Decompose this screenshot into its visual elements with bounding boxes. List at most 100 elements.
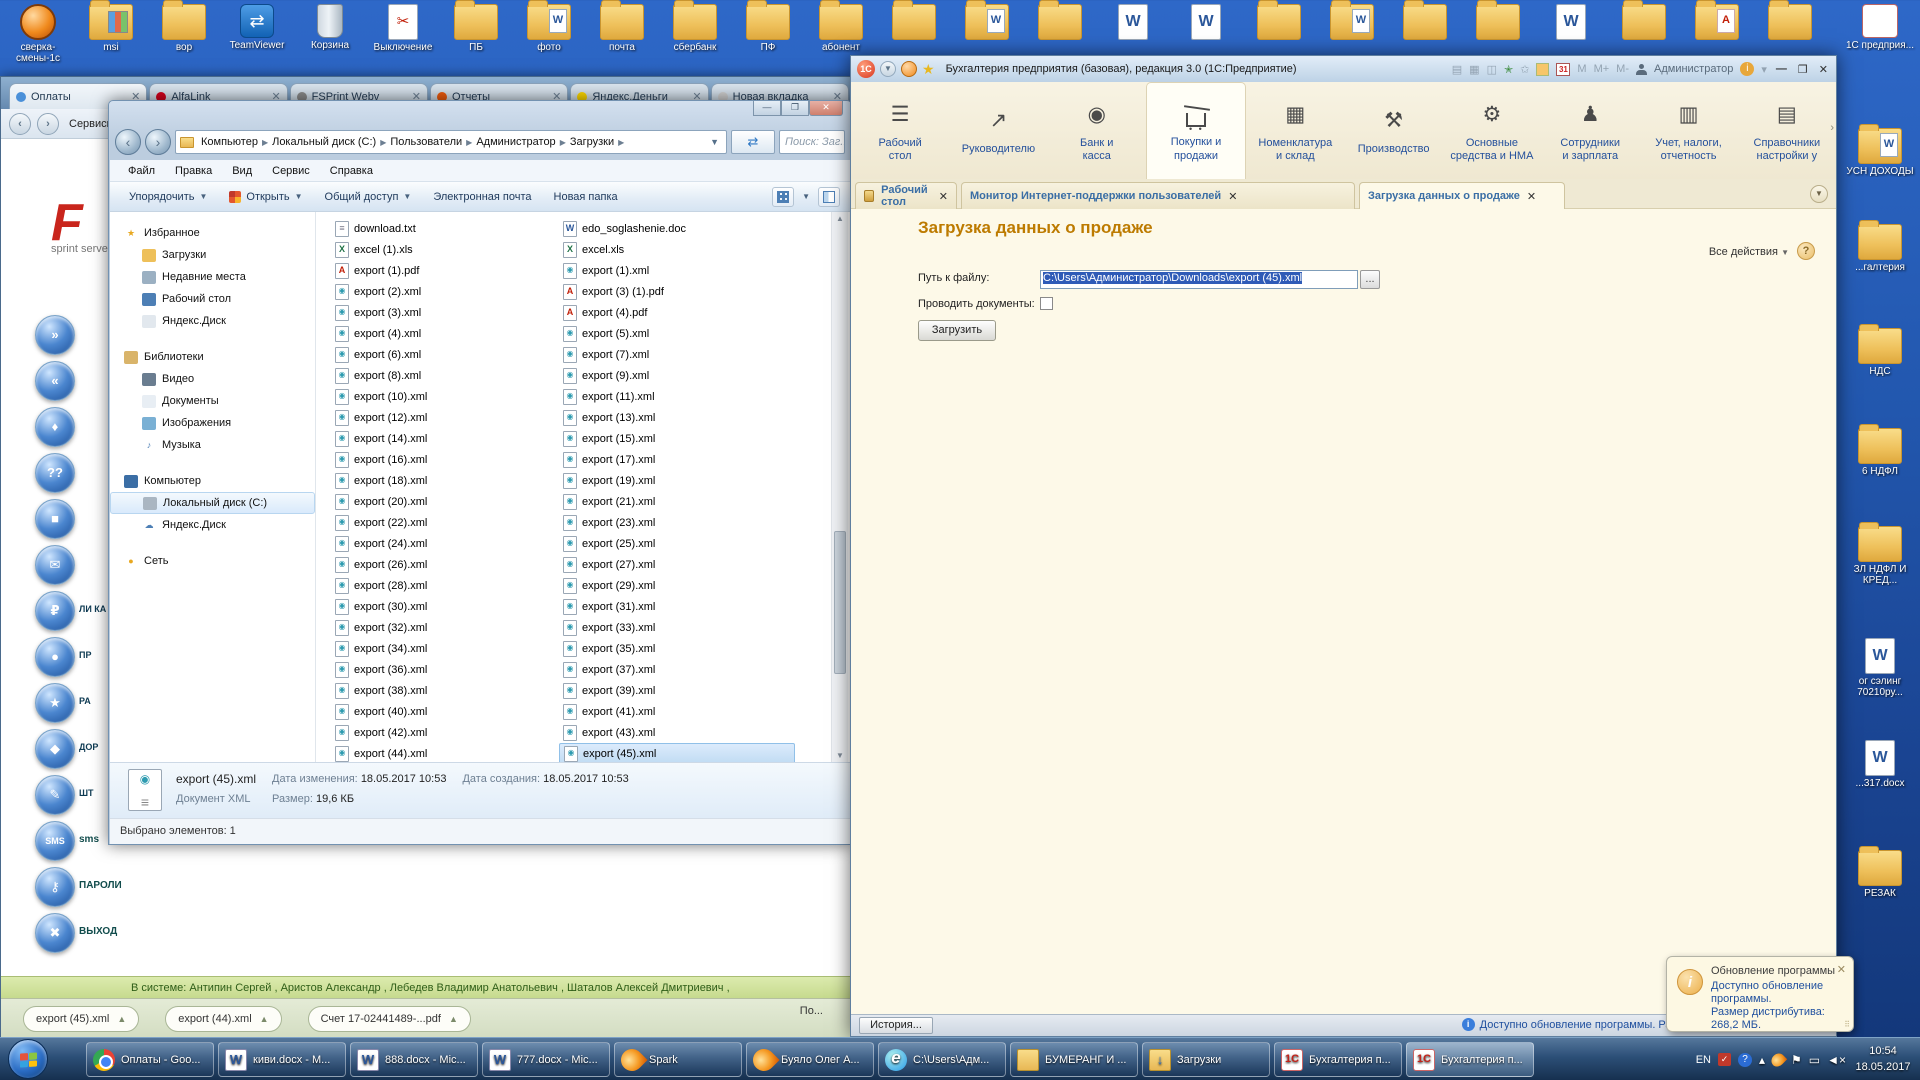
- file-row[interactable]: export (13).xml: [559, 407, 795, 428]
- side-button-icon[interactable]: ●: [35, 637, 75, 677]
- spark-tray-icon[interactable]: [1769, 1050, 1787, 1068]
- browser-side-button[interactable]: ✎ШТ: [35, 775, 75, 815]
- sidebar-item[interactable]: ☁Яндекс.Диск: [110, 514, 315, 536]
- taskbar-button[interactable]: Оплаты - Goo...: [86, 1042, 214, 1077]
- download-item[interactable]: export (45).xml▲: [23, 1006, 139, 1032]
- memory-plus-button[interactable]: M+: [1594, 63, 1610, 75]
- taskbar-button[interactable]: Бухгалтерия п...: [1406, 1042, 1534, 1077]
- file-row[interactable]: export (33).xml: [559, 617, 795, 638]
- browse-button[interactable]: ...: [1360, 270, 1380, 289]
- file-row[interactable]: export (6).xml: [331, 344, 543, 365]
- 1c-tab[interactable]: Рабочий стол✕: [855, 182, 957, 209]
- desktop-icon[interactable]: ПБ: [444, 4, 508, 64]
- sidebar-item[interactable]: Видео: [110, 368, 315, 390]
- popup-close-icon[interactable]: ✕: [1837, 963, 1846, 976]
- desktop-icon[interactable]: НДС: [1844, 328, 1916, 377]
- browser-side-button[interactable]: ★РА: [35, 683, 75, 723]
- sidebar-group-header[interactable]: ●Сеть: [110, 550, 315, 572]
- file-row[interactable]: export (1).pdf: [331, 260, 543, 281]
- file-row[interactable]: export (17).xml: [559, 449, 795, 470]
- sidebar-item[interactable]: ♪Музыка: [110, 434, 315, 456]
- file-row[interactable]: export (38).xml: [331, 680, 543, 701]
- scroll-up-arrow[interactable]: ▲: [832, 214, 848, 223]
- file-row[interactable]: export (26).xml: [331, 554, 543, 575]
- show-hidden-icons-arrow[interactable]: ▴: [1759, 1053, 1765, 1067]
- star-add-icon[interactable]: ✭: [1504, 63, 1513, 76]
- side-button-icon[interactable]: «: [35, 361, 75, 401]
- ribbon-section-bank[interactable]: ◉Банк и касса: [1048, 82, 1146, 179]
- file-row[interactable]: export (39).xml: [559, 680, 795, 701]
- download-item-chevron-icon[interactable]: ▲: [117, 1014, 126, 1024]
- browser-side-button[interactable]: ₽ЛИ КА: [35, 591, 75, 631]
- file-row[interactable]: export (23).xml: [559, 512, 795, 533]
- file-row[interactable]: export (29).xml: [559, 575, 795, 596]
- address-field[interactable]: Компьютер▶Локальный диск (C:)▶Пользовате…: [175, 130, 727, 154]
- file-row[interactable]: export (43).xml: [559, 722, 795, 743]
- sidebar-item[interactable]: Рабочий стол: [110, 288, 315, 310]
- side-button-icon[interactable]: ✖: [35, 913, 75, 953]
- all-actions-button[interactable]: Все действия ▼: [1709, 246, 1789, 258]
- browser-side-button[interactable]: ✖ВЫХОД: [35, 913, 75, 953]
- file-row[interactable]: export (35).xml: [559, 638, 795, 659]
- 1c-tab[interactable]: Монитор Интернет-поддержки пользователей…: [961, 182, 1355, 209]
- taskbar-button[interactable]: Spark: [614, 1042, 742, 1077]
- file-row[interactable]: export (28).xml: [331, 575, 543, 596]
- side-button-icon[interactable]: ₽: [35, 591, 75, 631]
- calendar-icon[interactable]: 31: [1556, 63, 1570, 76]
- desktop-icon[interactable]: РЕЗАК: [1844, 850, 1916, 899]
- sidebar-item[interactable]: Изображения: [110, 412, 315, 434]
- file-row[interactable]: export (15).xml: [559, 428, 795, 449]
- file-row[interactable]: export (7).xml: [559, 344, 795, 365]
- desktop-icon[interactable]: ог сэлинг 70210ру...: [1844, 638, 1916, 698]
- antivirus-tray-icon[interactable]: ✓: [1718, 1053, 1731, 1066]
- sidebar-item[interactable]: Недавние места: [110, 266, 315, 288]
- toolbar-button[interactable]: Общий доступ▼: [316, 188, 421, 206]
- file-row[interactable]: export (34).xml: [331, 638, 543, 659]
- file-row[interactable]: export (1).xml: [559, 260, 795, 281]
- browser-side-button[interactable]: ●ПР: [35, 637, 75, 677]
- taskbar-button[interactable]: C:\Users\Адм...: [878, 1042, 1006, 1077]
- volume-tray-icon[interactable]: ◄×: [1827, 1053, 1846, 1067]
- sidebar-group-header[interactable]: Компьютер: [110, 470, 315, 492]
- minimize-button[interactable]: —: [753, 101, 781, 116]
- file-row[interactable]: edo_soglashenie.doc: [559, 218, 795, 239]
- file-row[interactable]: export (14).xml: [331, 428, 543, 449]
- file-row[interactable]: export (44).xml: [331, 743, 543, 762]
- file-row[interactable]: export (19).xml: [559, 470, 795, 491]
- sidebar-item[interactable]: Локальный диск (C:): [110, 492, 315, 514]
- browser-side-button[interactable]: ??: [35, 453, 75, 493]
- file-row[interactable]: export (5).xml: [559, 323, 795, 344]
- calculator-icon[interactable]: [1536, 63, 1549, 76]
- file-row[interactable]: export (24).xml: [331, 533, 543, 554]
- forward-button[interactable]: ›: [145, 129, 171, 155]
- download-item[interactable]: export (44).xml▲: [165, 1006, 281, 1032]
- preview-pane-button[interactable]: [818, 187, 840, 207]
- 1c-close-button[interactable]: ✕: [1817, 63, 1830, 76]
- menu-item[interactable]: Правка: [165, 165, 222, 177]
- ribbon-section-warehouse[interactable]: ▦Номенклатура и склад: [1246, 82, 1344, 179]
- file-row[interactable]: export (36).xml: [331, 659, 543, 680]
- toolbar-button[interactable]: Упорядочить▼: [120, 188, 216, 206]
- file-row[interactable]: export (25).xml: [559, 533, 795, 554]
- favorites-star-icon[interactable]: ★: [922, 61, 935, 78]
- side-button-icon[interactable]: SMS: [35, 821, 75, 861]
- file-row[interactable]: excel.xls: [559, 239, 795, 260]
- language-indicator[interactable]: EN: [1696, 1054, 1711, 1066]
- sidebar-item[interactable]: Документы: [110, 390, 315, 412]
- file-row[interactable]: export (22).xml: [331, 512, 543, 533]
- toolbar-button[interactable]: Новая папка: [545, 188, 627, 206]
- file-row[interactable]: export (3) (1).pdf: [559, 281, 795, 302]
- desktop-icon[interactable]: почта: [590, 4, 654, 64]
- file-row[interactable]: export (4).pdf: [559, 302, 795, 323]
- file-row[interactable]: export (32).xml: [331, 617, 543, 638]
- file-row[interactable]: export (21).xml: [559, 491, 795, 512]
- star-icon[interactable]: ✩: [1520, 63, 1529, 76]
- browser-side-button[interactable]: ◆ДОР: [35, 729, 75, 769]
- side-button-icon[interactable]: ◆: [35, 729, 75, 769]
- back-button[interactable]: ‹: [115, 129, 141, 155]
- info-icon[interactable]: i: [1740, 62, 1754, 76]
- close-button[interactable]: ✕: [809, 101, 843, 116]
- desktop-icon[interactable]: TeamViewer: [225, 4, 289, 64]
- memory-minus-button[interactable]: M-: [1616, 63, 1629, 75]
- desktop-icon[interactable]: ...317.docx: [1844, 740, 1916, 789]
